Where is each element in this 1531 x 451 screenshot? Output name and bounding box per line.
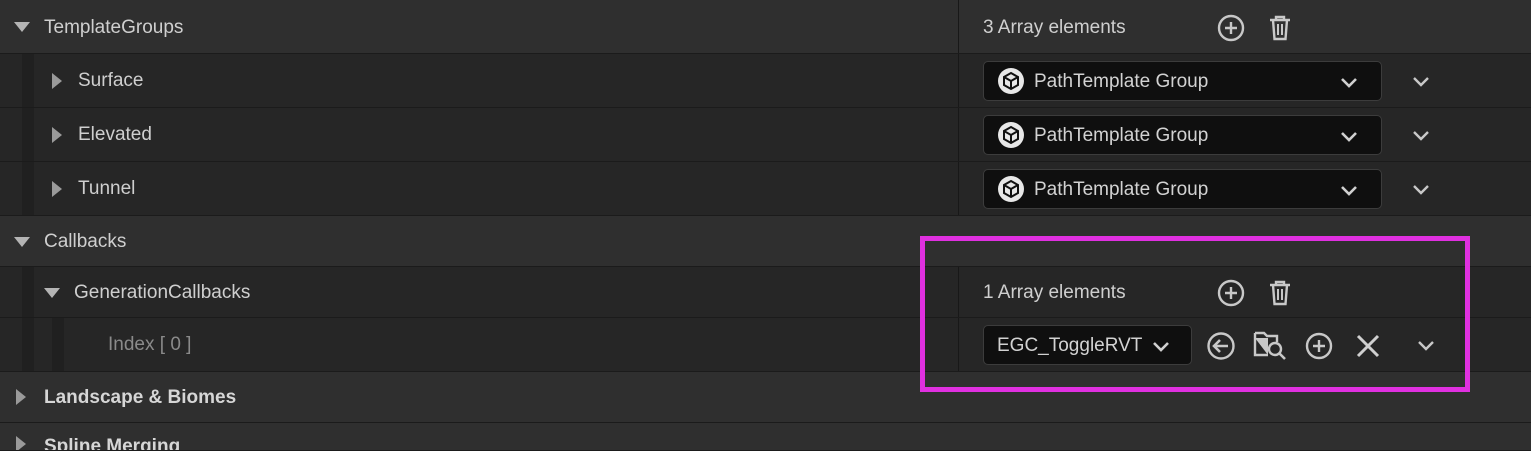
browse-asset-icon[interactable] [1252, 328, 1288, 362]
indent-guide [22, 267, 34, 317]
expand-arrow-icon[interactable] [52, 73, 62, 89]
item-label: Tunnel [78, 178, 136, 199]
column-divider [958, 108, 959, 161]
expand-arrow-icon[interactable] [52, 127, 62, 143]
indent-guide [22, 108, 34, 161]
indent-guide [52, 318, 64, 371]
indent-guide [22, 162, 34, 215]
column-divider [958, 267, 959, 317]
add-icon[interactable] [1216, 278, 1246, 308]
column-divider [958, 54, 959, 107]
cube-icon [998, 122, 1024, 148]
asset-value: PathTemplate Group [1034, 179, 1209, 200]
spline-merging-label: Spline Merging [44, 436, 181, 451]
expand-arrow-icon[interactable] [16, 436, 26, 450]
asset-picker[interactable]: PathTemplate Group [983, 169, 1382, 209]
landscape-biomes-label: Landscape & Biomes [44, 387, 237, 408]
cube-icon [998, 68, 1024, 94]
callback-class-picker[interactable]: EGC_ToggleRVT [983, 325, 1192, 365]
callback-class-value: EGC_ToggleRVT [997, 335, 1143, 356]
column-divider [958, 0, 959, 53]
asset-value: PathTemplate Group [1034, 125, 1209, 146]
chevron-down-icon[interactable] [1150, 335, 1172, 357]
chevron-down-icon[interactable] [1338, 179, 1360, 201]
indent-guide [22, 318, 34, 371]
index-label: Index [ 0 ] [108, 334, 192, 355]
chevron-down-icon[interactable] [1410, 178, 1432, 200]
expand-arrow-icon[interactable] [52, 181, 62, 197]
chevron-down-icon[interactable] [1338, 125, 1360, 147]
array-count-label: 3 Array elements [983, 17, 1126, 38]
add-icon[interactable] [1304, 331, 1334, 361]
callbacks-row[interactable]: Callbacks [0, 216, 1531, 267]
chevron-down-icon[interactable] [1410, 70, 1432, 92]
expand-arrow-icon[interactable] [44, 288, 60, 298]
generation-callbacks-label: GenerationCallbacks [74, 282, 251, 303]
template-group-item[interactable]: Elevated PathTemplate Group [0, 108, 1531, 162]
use-selected-icon[interactable] [1205, 330, 1237, 362]
chevron-down-icon[interactable] [1410, 124, 1432, 146]
clear-icon[interactable] [1354, 332, 1382, 360]
template-groups-row[interactable]: TemplateGroups 3 Array elements [0, 0, 1531, 54]
item-label: Surface [78, 70, 144, 91]
template-group-item[interactable]: Surface PathTemplate Group [0, 54, 1531, 108]
landscape-biomes-row[interactable]: Landscape & Biomes [0, 372, 1531, 423]
cube-icon [998, 176, 1024, 202]
indent-guide [22, 54, 34, 107]
expand-arrow-icon[interactable] [16, 389, 26, 405]
item-label: Elevated [78, 124, 152, 145]
column-divider [958, 318, 959, 371]
asset-picker[interactable]: PathTemplate Group [983, 115, 1382, 155]
array-count-label: 1 Array elements [983, 282, 1126, 303]
spline-merging-row[interactable]: Spline Merging [0, 423, 1531, 451]
index-row[interactable]: Index [ 0 ] EGC_ToggleRVT [0, 318, 1531, 372]
expand-arrow-icon[interactable] [14, 22, 30, 32]
generation-callbacks-row[interactable]: GenerationCallbacks 1 Array elements [0, 267, 1531, 318]
add-icon[interactable] [1216, 13, 1246, 43]
template-groups-label: TemplateGroups [44, 17, 184, 38]
asset-picker[interactable]: PathTemplate Group [983, 61, 1382, 101]
template-group-item[interactable]: Tunnel PathTemplate Group [0, 162, 1531, 216]
trash-icon[interactable] [1265, 278, 1295, 308]
asset-value: PathTemplate Group [1034, 71, 1209, 92]
chevron-down-icon[interactable] [1415, 334, 1437, 356]
callbacks-label: Callbacks [44, 231, 127, 252]
trash-icon[interactable] [1265, 13, 1295, 43]
expand-arrow-icon[interactable] [14, 237, 30, 247]
chevron-down-icon[interactable] [1338, 71, 1360, 93]
column-divider [958, 162, 959, 215]
